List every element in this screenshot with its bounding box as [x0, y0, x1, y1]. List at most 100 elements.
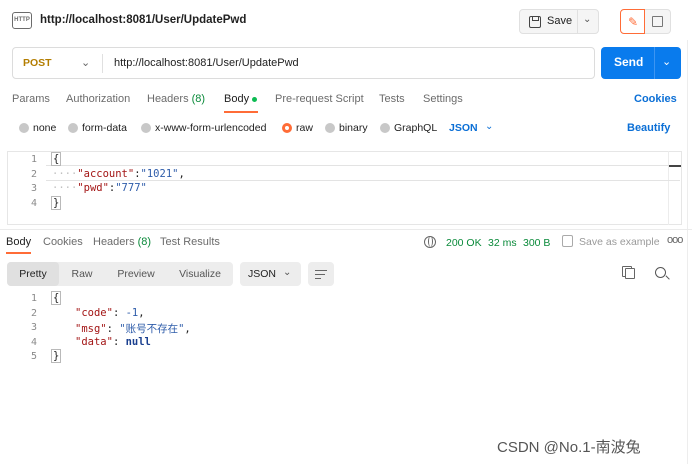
- document-icon: [652, 16, 663, 27]
- radio-urlencoded-label[interactable]: x-www-form-urlencoded: [155, 122, 266, 134]
- json-key: "account": [77, 168, 135, 180]
- tab-headers[interactable]: Headers (8): [147, 93, 205, 105]
- code-line: {: [51, 152, 62, 166]
- json-comma: ,: [178, 168, 185, 180]
- radio-graphql-label[interactable]: GraphQL: [394, 122, 437, 134]
- radio-binary-label[interactable]: binary: [339, 122, 368, 134]
- whitespace-dots: ····: [52, 168, 78, 180]
- chevron-down-icon[interactable]: ⌄: [485, 121, 493, 132]
- code-line: "msg": "账号不存在",: [75, 321, 191, 336]
- editor-scrollbar[interactable]: [668, 151, 669, 225]
- request-tab-title[interactable]: http://localhost:8081/User/UpdatePwd: [40, 14, 246, 26]
- scroll-marker: [669, 165, 681, 167]
- right-sidebar-border: [687, 40, 688, 464]
- chevron-down-icon: ⌄: [283, 267, 292, 278]
- json-key: "msg": [75, 323, 107, 335]
- body-active-dot: [252, 96, 258, 102]
- send-button[interactable]: Send ⌄: [601, 47, 681, 79]
- json-brace: {: [51, 291, 62, 305]
- code-line: {: [51, 291, 62, 305]
- save-label: Save: [547, 15, 573, 27]
- radio-binary[interactable]: [325, 123, 335, 133]
- response-tab-test-results[interactable]: Test Results: [160, 236, 220, 248]
- json-colon: :: [106, 323, 120, 335]
- whitespace-dots: ····: [52, 182, 78, 194]
- json-brace: }: [51, 196, 62, 210]
- active-tab-indicator: [224, 111, 258, 113]
- save-example-icon: [562, 235, 573, 247]
- divider: [0, 229, 692, 230]
- response-format-label: JSON: [248, 268, 277, 280]
- pencil-icon: ✎: [628, 15, 639, 29]
- view-visualize[interactable]: Visualize: [167, 262, 233, 286]
- watermark: CSDN @No.1-南波兔: [497, 439, 641, 456]
- line-number: 1: [30, 293, 37, 304]
- json-value: "1021": [140, 168, 179, 180]
- save-as-example-button[interactable]: Save as example: [579, 236, 660, 248]
- response-tab-headers[interactable]: Headers (8): [93, 236, 151, 248]
- line-number: 5: [30, 351, 37, 362]
- response-time[interactable]: 32 ms: [488, 237, 517, 249]
- documentation-button[interactable]: [645, 9, 671, 34]
- tab-headers-label: Headers: [147, 93, 189, 105]
- view-preview[interactable]: Preview: [105, 262, 167, 286]
- view-raw[interactable]: Raw: [59, 262, 105, 286]
- radio-urlencoded[interactable]: [141, 123, 151, 133]
- more-options-icon[interactable]: ooo: [667, 234, 683, 246]
- beautify-button[interactable]: Beautify: [627, 122, 670, 134]
- line-number: 1: [30, 154, 37, 165]
- status-code[interactable]: 200 OK: [446, 237, 482, 249]
- radio-none[interactable]: [19, 123, 29, 133]
- chevron-down-icon[interactable]: ⌄: [662, 55, 671, 68]
- tab-params[interactable]: Params: [12, 93, 50, 105]
- method-select[interactable]: POST: [23, 57, 52, 69]
- tab-tests[interactable]: Tests: [379, 93, 405, 105]
- radio-form-data[interactable]: [68, 123, 78, 133]
- code-line: }: [51, 196, 62, 210]
- response-tab-headers-label: Headers: [93, 236, 135, 248]
- response-tab-body[interactable]: Body: [6, 236, 31, 248]
- divider: [654, 47, 655, 79]
- url-input[interactable]: http://localhost:8081/User/UpdatePwd: [114, 57, 299, 69]
- json-comma: ,: [184, 323, 191, 335]
- chevron-down-icon[interactable]: ⌄: [81, 56, 90, 69]
- json-brace: {: [51, 152, 62, 166]
- tab-pre-request-script[interactable]: Pre-request Script: [275, 93, 364, 105]
- code-line: "code": -1,: [75, 307, 145, 319]
- raw-format-select[interactable]: JSON: [449, 122, 478, 134]
- edit-button[interactable]: ✎: [620, 9, 645, 34]
- globe-icon[interactable]: [424, 236, 436, 248]
- radio-raw-label[interactable]: raw: [296, 122, 313, 134]
- cookies-link[interactable]: Cookies: [634, 93, 677, 105]
- radio-graphql[interactable]: [380, 123, 390, 133]
- save-button[interactable]: Save ⌄: [519, 9, 599, 34]
- json-brace: }: [51, 349, 62, 363]
- chevron-down-icon[interactable]: ⌄: [583, 14, 591, 25]
- send-label: Send: [614, 55, 644, 69]
- search-icon[interactable]: [655, 267, 666, 278]
- json-value: null: [125, 336, 151, 348]
- code-line: ····"account":"1021",: [52, 168, 185, 180]
- tab-authorization[interactable]: Authorization: [66, 93, 130, 105]
- radio-raw[interactable]: [282, 123, 292, 133]
- radio-none-label[interactable]: none: [33, 122, 56, 134]
- json-key: "code": [75, 307, 113, 319]
- radio-form-data-label[interactable]: form-data: [82, 122, 127, 134]
- view-pretty[interactable]: Pretty: [7, 262, 59, 286]
- line-number: 2: [30, 308, 37, 319]
- response-size[interactable]: 300 B: [523, 237, 550, 249]
- tab-settings[interactable]: Settings: [423, 93, 463, 105]
- code-line: ····"pwd":"777": [52, 182, 147, 194]
- divider: [102, 54, 103, 73]
- tab-body[interactable]: Body: [224, 93, 258, 105]
- wrap-lines-button[interactable]: [308, 262, 334, 286]
- response-tab-cookies[interactable]: Cookies: [43, 236, 83, 248]
- active-tab-indicator: [6, 252, 31, 254]
- url-bar: POST ⌄ http://localhost:8081/User/Update…: [12, 47, 595, 79]
- tab-body-label: Body: [224, 93, 250, 105]
- response-format-select[interactable]: JSON ⌄: [240, 262, 301, 286]
- json-colon: :: [112, 336, 126, 348]
- line-number: 3: [30, 183, 37, 194]
- code-line: }: [51, 349, 62, 363]
- json-comma: ,: [138, 307, 145, 319]
